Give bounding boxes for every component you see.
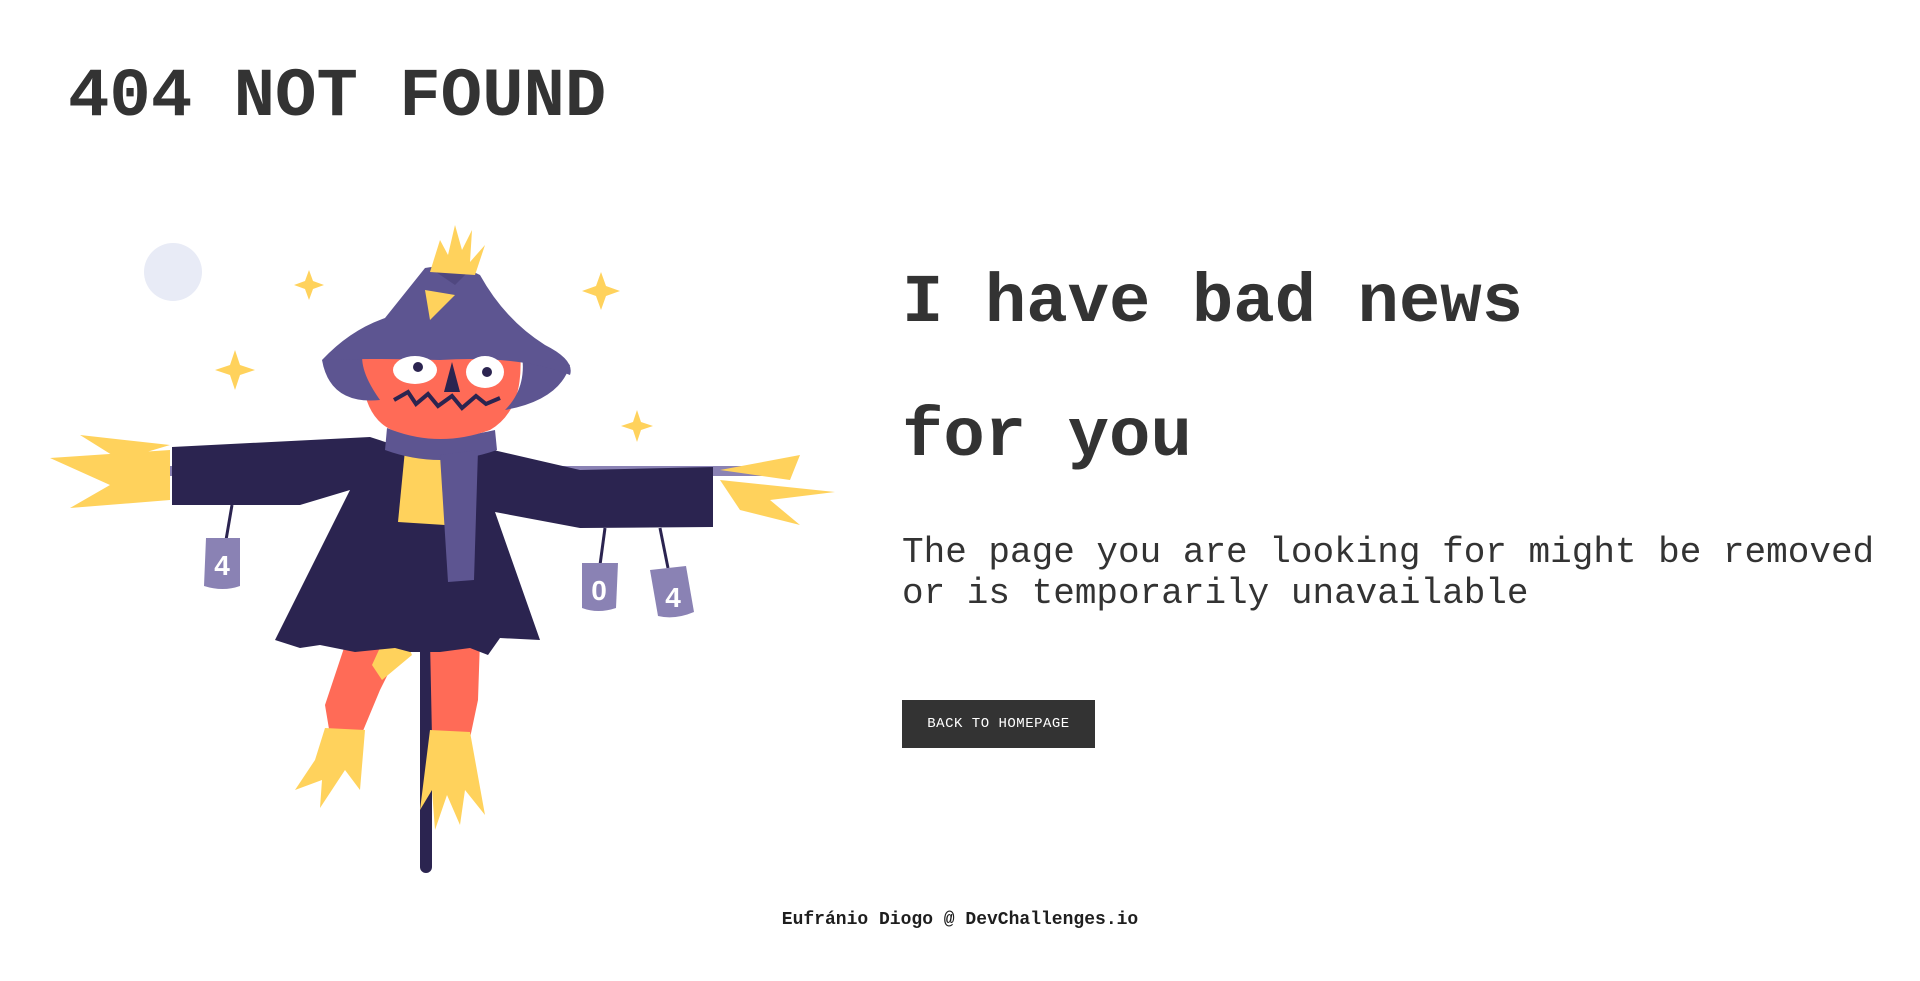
can-label-4-left: 4	[214, 550, 230, 581]
scarecrow-icon: 4 0 4	[50, 225, 835, 873]
back-to-homepage-button[interactable]: BACK TO HOMEPAGE	[902, 700, 1095, 748]
page-title: 404 NOT FOUND	[68, 58, 607, 136]
error-message: The page you are looking for might be re…	[902, 532, 1882, 614]
headline-line-1: I have bad news	[902, 264, 1524, 342]
error-message-line-1: The page you are looking for might be re…	[902, 532, 1875, 573]
can-label-4-right: 4	[665, 582, 681, 613]
headline: I have bad news for you	[902, 236, 1882, 504]
error-message-line-2: or is temporarily unavailable	[902, 573, 1529, 614]
footer-credit: Eufránio Diogo @ DevChallenges.io	[781, 910, 1139, 930]
message-section: I have bad news for you The page you are…	[902, 236, 1882, 614]
headline-line-2: for you	[902, 398, 1192, 476]
can-label-0: 0	[591, 575, 607, 606]
moon-icon	[144, 243, 202, 301]
